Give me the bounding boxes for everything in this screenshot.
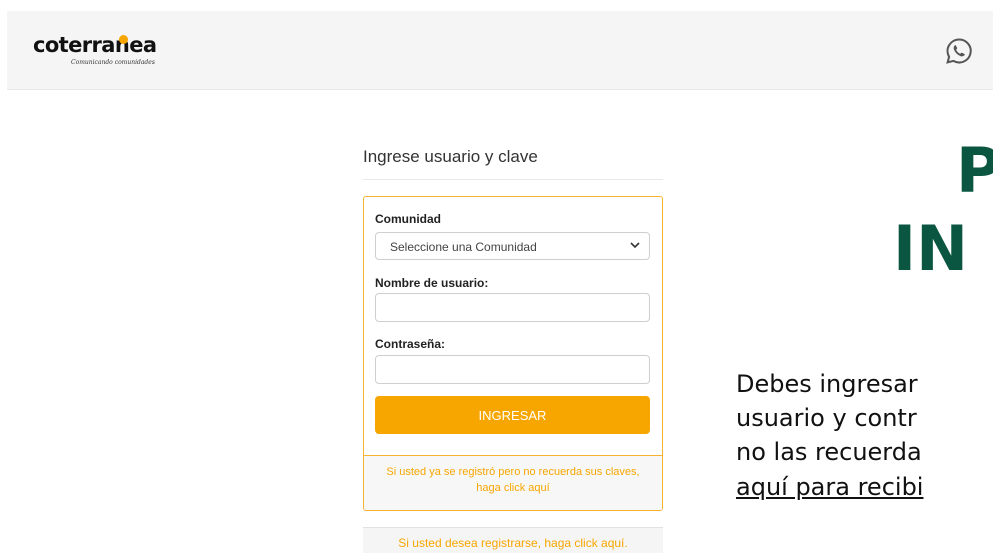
forgot-password-line1: Si usted ya se registró pero no recuerda… <box>386 466 640 478</box>
hero-text-line2: usuario y contr <box>736 404 917 432</box>
hero-title-line2: IN <box>893 212 968 285</box>
whatsapp-icon[interactable] <box>944 36 974 66</box>
top-navbar: coterranea Comunicando comunidades <box>7 11 993 90</box>
title-divider <box>363 179 663 180</box>
password-label: Contraseña: <box>375 337 446 351</box>
chevron-down-icon <box>630 242 640 249</box>
community-select-value: Seleccione una Comunidad <box>390 240 537 254</box>
logo-accent-dot <box>119 35 128 44</box>
username-input[interactable] <box>375 293 650 322</box>
hero-text-line1: Debes ingresar <box>736 370 918 398</box>
login-title: Ingrese usuario y clave <box>363 147 538 166</box>
hero-text-line3: no las recuerda <box>736 438 922 466</box>
password-input[interactable] <box>375 355 650 384</box>
community-select[interactable]: Seleccione una Comunidad <box>375 232 650 260</box>
brand-tagline: Comunicando comunidades <box>71 59 155 66</box>
username-label: Nombre de usuario: <box>375 276 489 290</box>
forgot-password-link[interactable]: Si usted ya se registró pero no recuerda… <box>364 455 662 510</box>
community-label: Comunidad <box>375 212 441 226</box>
register-link[interactable]: Si usted desea registrarse, haga click a… <box>363 527 663 553</box>
brand-logo[interactable]: coterranea Comunicando comunidades <box>33 25 183 75</box>
hero-info-link[interactable]: aquí para recibi <box>736 473 923 501</box>
hero-title-line1: P <box>956 134 993 207</box>
login-form: Comunidad Seleccione una Comunidad Nombr… <box>363 196 663 511</box>
forgot-password-line2: haga click aquí <box>476 482 550 494</box>
login-submit-button[interactable]: INGRESAR <box>375 396 650 434</box>
brand-name: coterranea <box>33 33 157 57</box>
